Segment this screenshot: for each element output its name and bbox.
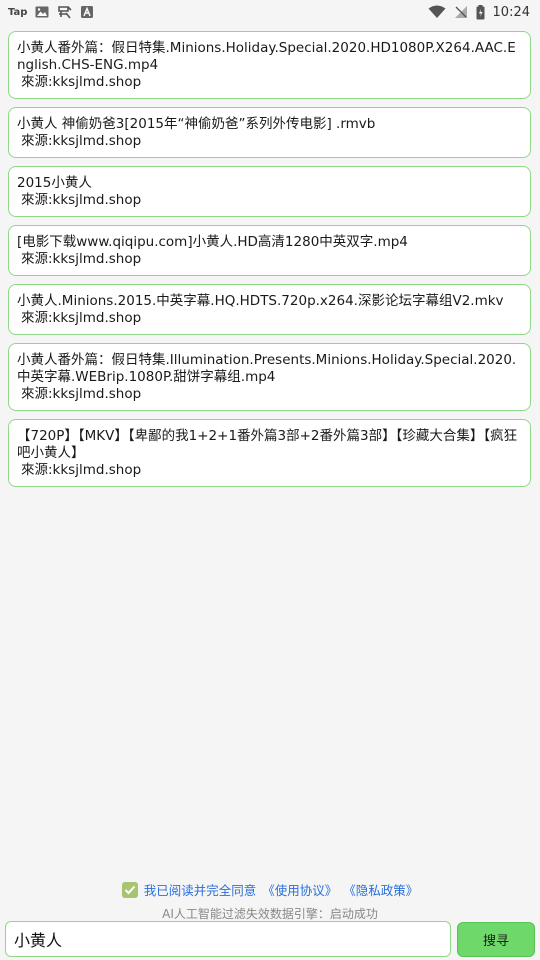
battery-icon (476, 4, 485, 20)
status-right: 10:24 (428, 4, 530, 20)
agreement-text: 我已阅读并完全同意 (143, 883, 257, 898)
search-input[interactable] (5, 921, 451, 957)
result-card[interactable]: 小黄人.Minions.2015.中英字幕.HQ.HDTS.720p.x264.… (8, 284, 531, 335)
tap-icon: Tap (8, 6, 28, 18)
result-card[interactable]: 小黄人番外篇：假日特集.Minions.Holiday.Special.2020… (8, 31, 531, 99)
result-source: 來源:kksjlmd.shop (21, 462, 142, 478)
search-button[interactable]: 搜寻 (457, 922, 535, 957)
agreement-row: 我已阅读并完全同意 《使用协议》 《隐私政策》 (0, 880, 540, 899)
font-icon (81, 4, 94, 20)
clock: 10:24 (492, 4, 530, 20)
no-signal-icon (454, 4, 468, 20)
agreement-checkbox[interactable] (121, 881, 138, 898)
result-source: 來源:kksjlmd.shop (21, 133, 142, 149)
result-source: 來源:kksjlmd.shop (21, 192, 142, 208)
status-bar: Tap 10:24 (0, 0, 540, 24)
result-card[interactable]: 小黄人番外篇：假日特集.Illumination.Presents.Minion… (8, 343, 531, 411)
check-icon (124, 885, 135, 894)
result-source: 來源:kksjlmd.shop (21, 386, 142, 402)
result-title: [电影下载www.qiqipu.com]小黄人.HD高清1280中英双字.mp4 (17, 234, 408, 250)
result-source: 來源:kksjlmd.shop (21, 310, 142, 326)
result-title: 小黄人番外篇：假日特集.Minions.Holiday.Special.2020… (17, 40, 516, 73)
result-title: 小黄人 神偷奶爸3[2015年“神偷奶爸”系列外传电影] .rmvb (17, 116, 376, 132)
result-card[interactable]: 【720P】【MKV】【卑鄙的我1+2+1番外篇3部+2番外篇3部】【珍藏大合集… (8, 419, 531, 487)
wifi-icon (428, 4, 446, 20)
result-card[interactable]: 2015小黄人 來源:kksjlmd.shop (8, 166, 531, 217)
kuaishou-icon (57, 4, 73, 20)
image-icon (35, 4, 49, 20)
result-title: 2015小黄人 (17, 175, 92, 191)
result-card[interactable]: [电影下载www.qiqipu.com]小黄人.HD高清1280中英双字.mp4… (8, 225, 531, 276)
result-source: 來源:kksjlmd.shop (21, 251, 142, 267)
result-source: 來源:kksjlmd.shop (21, 74, 142, 90)
result-title: 小黄人番外篇：假日特集.Illumination.Presents.Minion… (17, 352, 517, 385)
result-card[interactable]: 小黄人 神偷奶爸3[2015年“神偷奶爸”系列外传电影] .rmvb 來源:kk… (8, 107, 531, 158)
results-list: 小黄人番外篇：假日特集.Minions.Holiday.Special.2020… (8, 31, 531, 487)
engine-status: AI人工智能过滤失效数据引擎：启动成功 (162, 907, 378, 921)
status-left: Tap (8, 4, 94, 20)
result-title: 【720P】【MKV】【卑鄙的我1+2+1番外篇3部+2番外篇3部】【珍藏大合集… (17, 428, 518, 461)
terms-link[interactable]: 《使用协议》 (262, 880, 337, 899)
result-title: 小黄人.Minions.2015.中英字幕.HQ.HDTS.720p.x264.… (17, 293, 504, 309)
privacy-link[interactable]: 《隐私政策》 (343, 880, 418, 899)
